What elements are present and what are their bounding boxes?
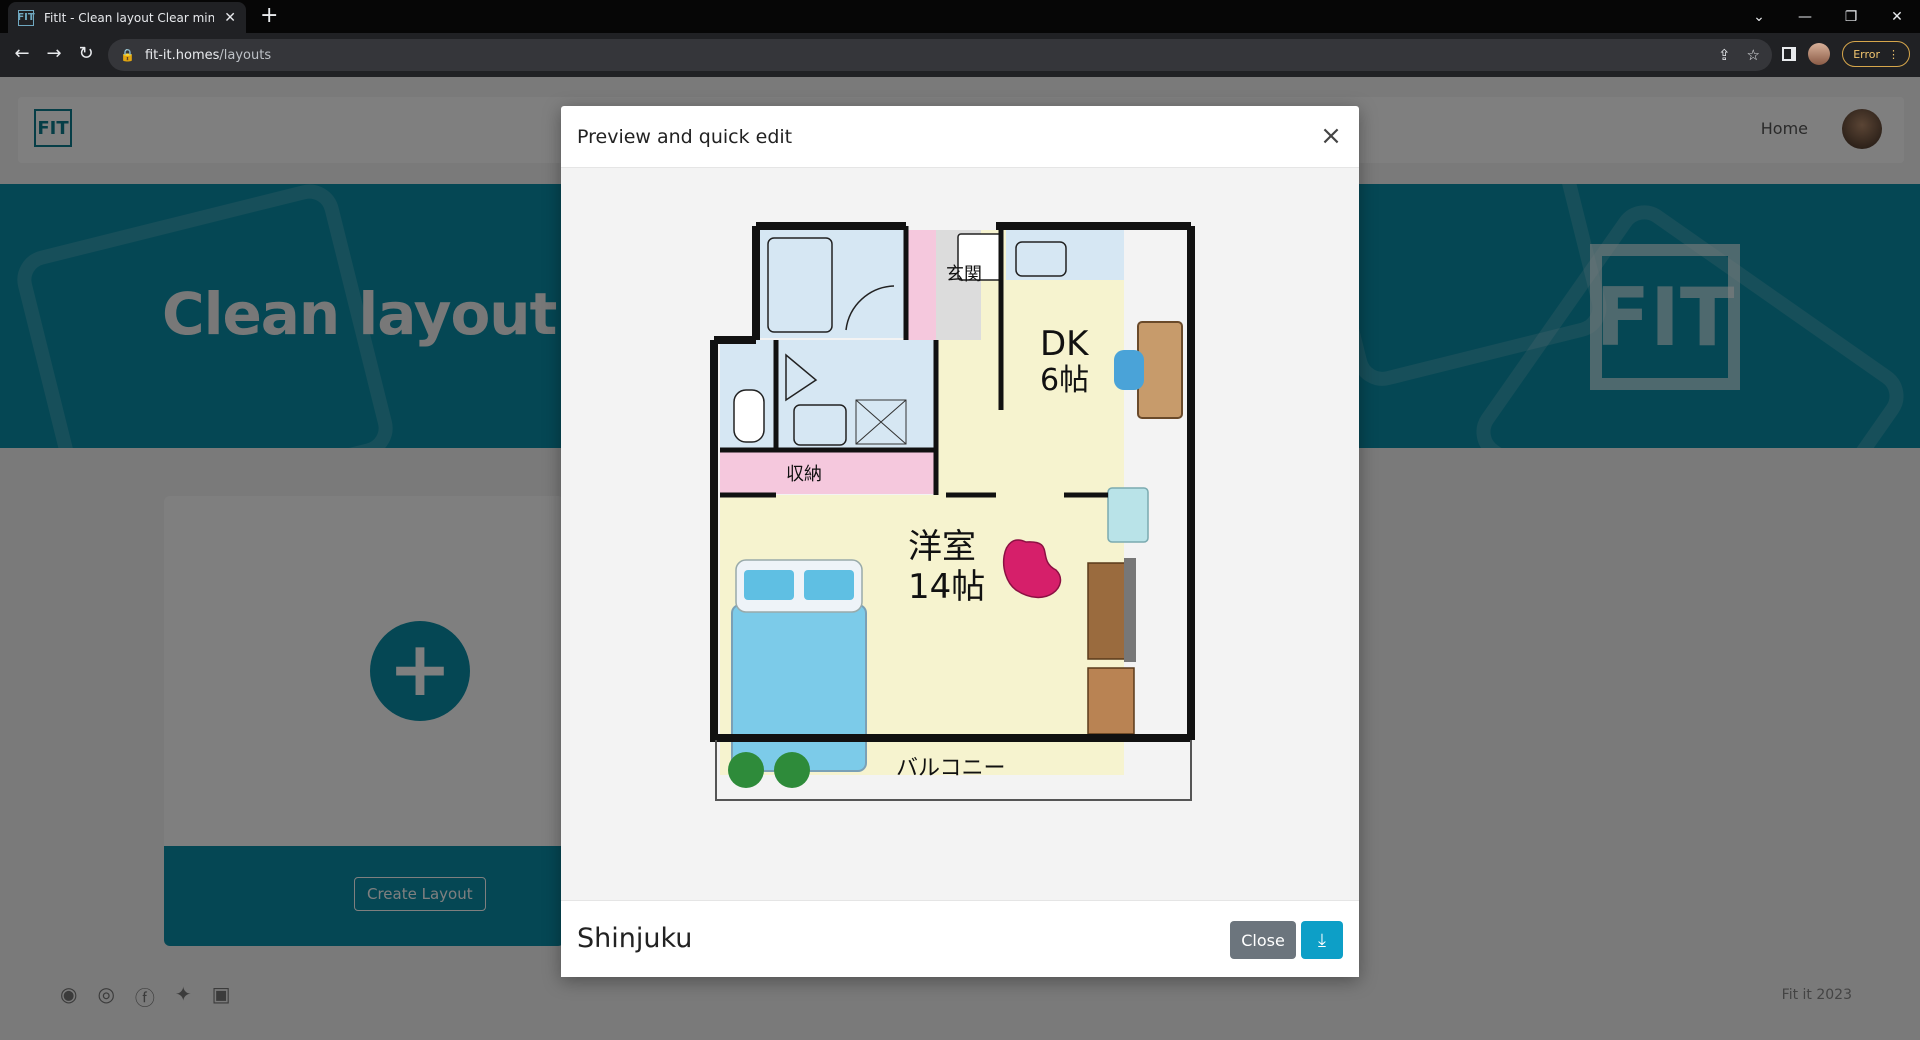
tab-favicon-icon: FIT bbox=[17, 9, 35, 26]
bed bbox=[731, 604, 867, 772]
pillow-right bbox=[804, 570, 854, 600]
toilet-shape bbox=[733, 389, 765, 443]
dk-size-label: 6帖 bbox=[1040, 363, 1089, 398]
browser-tab-bar: FIT FitIt - Clean layout Clear mind ✕ + … bbox=[0, 0, 1920, 33]
balcony-label: バルコニー bbox=[896, 756, 1006, 781]
minimize-icon[interactable]: — bbox=[1782, 0, 1828, 33]
download-icon: ⤓ bbox=[1318, 929, 1326, 951]
error-label: Error bbox=[1853, 47, 1880, 61]
address-bar[interactable]: 🔒 fit-it.homes/layouts ⇪ ☆ bbox=[108, 39, 1772, 71]
dk-name-label: DK bbox=[1040, 324, 1090, 364]
dining-chair bbox=[1114, 350, 1144, 390]
modal-header: Preview and quick edit × bbox=[561, 106, 1359, 168]
modal-title: Preview and quick edit bbox=[577, 125, 793, 148]
western-room-name-label: 洋室 bbox=[908, 527, 976, 567]
window-close-icon[interactable]: ✕ bbox=[1874, 0, 1920, 33]
error-button[interactable]: Error ⋮ bbox=[1842, 41, 1910, 67]
storage-floor bbox=[720, 452, 938, 494]
modal-footer: Shinjuku Close ⤓ bbox=[561, 900, 1359, 977]
cat-bed bbox=[1107, 487, 1149, 543]
preview-modal: Preview and quick edit × 玄関 収納 DK 6帖 洋室 … bbox=[561, 106, 1359, 977]
layout-name[interactable]: Shinjuku bbox=[577, 923, 692, 954]
browser-tab[interactable]: FIT FitIt - Clean layout Clear mind ✕ bbox=[8, 2, 246, 33]
url-host: fit-it.homes bbox=[144, 47, 220, 63]
kitchen-sink bbox=[1015, 241, 1067, 277]
bookshelf bbox=[1087, 667, 1135, 735]
star-icon[interactable]: ☆ bbox=[1747, 46, 1760, 64]
sink-shape bbox=[793, 404, 847, 446]
floor-plan: 玄関 収納 DK 6帖 洋室 14帖 バルコニー bbox=[710, 222, 1195, 801]
browser-toolbar: ← → ↻ 🔒 fit-it.homes/layouts ⇪ ☆ Error ⋮ bbox=[0, 33, 1920, 77]
tv-stand bbox=[1087, 562, 1129, 660]
entrance-label: 玄関 bbox=[946, 264, 982, 285]
new-tab-icon[interactable]: + bbox=[260, 4, 278, 28]
close-button[interactable]: Close bbox=[1230, 921, 1296, 959]
dining-table bbox=[1137, 321, 1183, 419]
pillow-left bbox=[744, 570, 794, 600]
url-text: fit-it.homes/layouts bbox=[145, 48, 271, 63]
share-icon[interactable]: ⇪ bbox=[1718, 46, 1731, 64]
tab-close-icon[interactable]: ✕ bbox=[224, 10, 236, 26]
modal-body: 玄関 収納 DK 6帖 洋室 14帖 バルコニー bbox=[561, 168, 1359, 900]
profile-avatar[interactable] bbox=[1808, 43, 1831, 65]
western-room-size-label: 14帖 bbox=[908, 567, 985, 607]
lock-icon: 🔒 bbox=[120, 48, 135, 62]
storage-label: 収納 bbox=[786, 464, 822, 485]
url-path: /layouts bbox=[219, 47, 272, 63]
side-panel-icon[interactable] bbox=[1782, 47, 1797, 61]
restore-icon[interactable]: ❐ bbox=[1828, 0, 1874, 33]
tab-search-icon[interactable]: ⌄ bbox=[1736, 0, 1782, 33]
shoe-storage bbox=[906, 230, 936, 340]
tv-shape bbox=[1124, 558, 1136, 662]
reload-icon[interactable]: ↻ bbox=[74, 43, 98, 64]
bathtub-shape bbox=[767, 237, 833, 333]
download-button[interactable]: ⤓ bbox=[1301, 921, 1343, 959]
tab-title: FitIt - Clean layout Clear mind bbox=[44, 10, 215, 25]
forward-icon[interactable]: → bbox=[42, 43, 66, 64]
back-icon[interactable]: ← bbox=[10, 43, 34, 64]
modal-close-icon[interactable]: × bbox=[1317, 122, 1345, 150]
menu-dots-icon: ⋮ bbox=[1888, 47, 1899, 61]
